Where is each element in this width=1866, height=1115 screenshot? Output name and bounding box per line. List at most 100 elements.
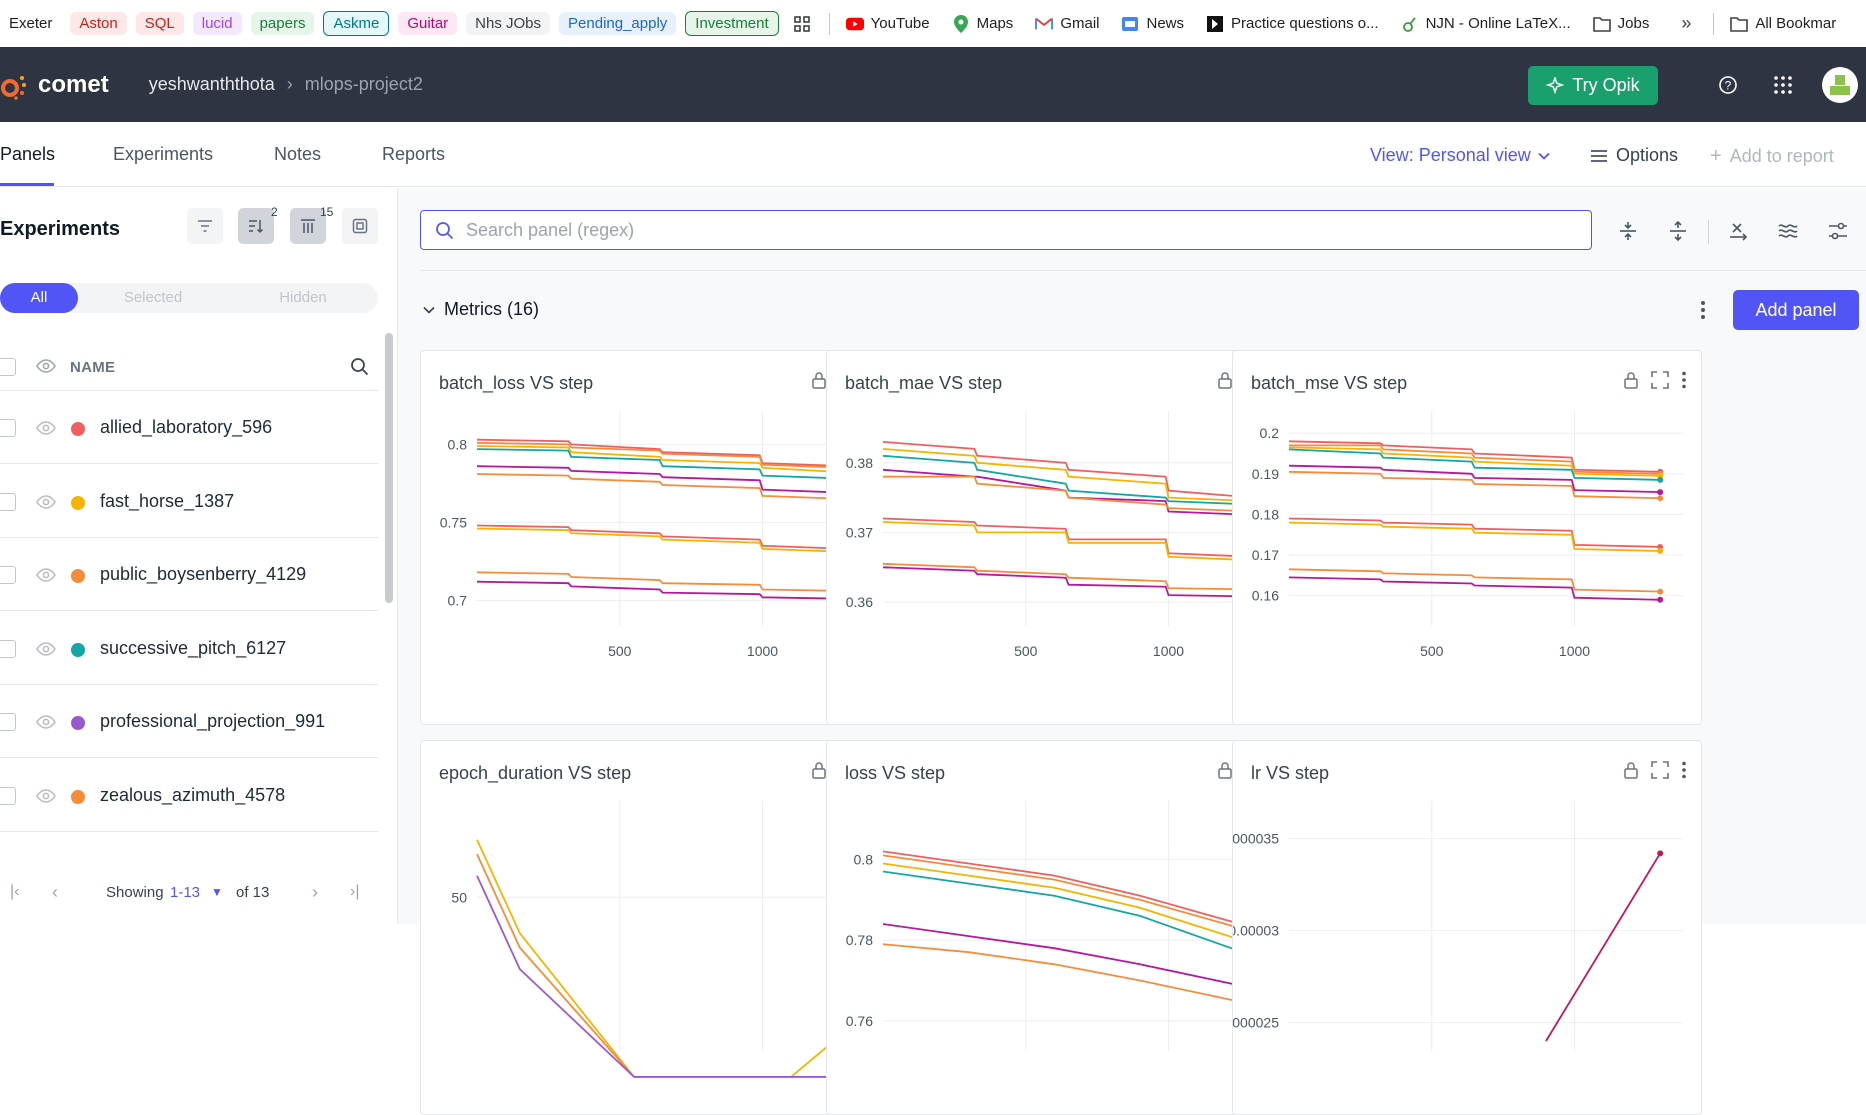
bookmark-link[interactable]: Gmail: [1035, 15, 1099, 33]
breadcrumb-separator-icon: ›: [286, 74, 293, 94]
bookmark-tag[interactable]: Askme: [323, 11, 390, 36]
visibility-eye-icon[interactable]: [36, 494, 56, 515]
visibility-eye-icon[interactable]: [36, 714, 56, 735]
bookmark-link[interactable]: NJN - Online LaTeX...: [1401, 15, 1571, 33]
options-button[interactable]: Options: [1590, 145, 1678, 166]
experiment-name[interactable]: professional_projection_991: [100, 711, 325, 732]
tab-reports[interactable]: Reports: [382, 144, 445, 165]
visibility-eye-icon[interactable]: [36, 420, 56, 441]
bookmark-tag[interactable]: Investment: [685, 11, 779, 36]
tab-experiments[interactable]: Experiments: [113, 144, 213, 165]
select-all-checkbox[interactable]: [0, 358, 16, 376]
chart-settings-icon[interactable]: [1825, 218, 1851, 244]
bookmark-link[interactable]: Practice questions o...: [1206, 15, 1379, 33]
visibility-eye-icon[interactable]: [36, 641, 56, 662]
line-chart: 0.000035 0.00003 0.000025: [1233, 801, 1683, 1051]
experiment-checkbox[interactable]: [0, 786, 16, 805]
bookmark-tag[interactable]: lucid: [192, 12, 242, 35]
comet-logo[interactable]: comet: [0, 68, 109, 102]
experiment-name[interactable]: fast_horse_1387: [100, 491, 234, 512]
first-page-icon[interactable]: |‹: [10, 883, 19, 901]
sort-button[interactable]: [238, 208, 274, 244]
group-button[interactable]: [342, 208, 378, 244]
collapse-all-icon[interactable]: [1615, 218, 1641, 244]
comet-logo-icon: [1, 75, 26, 100]
try-opik-button[interactable]: Try Opik: [1528, 66, 1658, 105]
view-selector[interactable]: View: Personal view: [1370, 145, 1551, 166]
experiment-row[interactable]: zealous_azimuth_4578: [0, 759, 378, 832]
next-page-icon[interactable]: ›: [312, 882, 318, 903]
add-to-report-button[interactable]: + Add to report: [1710, 145, 1834, 168]
expand-all-icon[interactable]: [1665, 218, 1691, 244]
chart-panel[interactable]: batch_loss VS step 0.8 0.75 0.7 500 1000: [420, 350, 890, 725]
experiment-name[interactable]: allied_laboratory_596: [100, 417, 272, 438]
experiment-checkbox[interactable]: [0, 713, 16, 731]
last-page-icon[interactable]: ›|: [350, 883, 359, 901]
experiment-row[interactable]: fast_horse_1387: [0, 465, 378, 538]
x-axis-settings-icon[interactable]: [1725, 218, 1751, 244]
visibility-eye-icon[interactable]: [36, 358, 56, 379]
segment-all[interactable]: All: [0, 283, 78, 313]
help-icon[interactable]: ?: [1716, 73, 1740, 97]
prev-page-icon[interactable]: ‹: [52, 882, 58, 903]
bookmark-tag[interactable]: Exeter: [0, 12, 61, 35]
pager-showing-label: Showing: [106, 883, 164, 901]
bookmark-link[interactable]: News: [1121, 15, 1184, 33]
breadcrumb-project[interactable]: mlops-project2: [305, 74, 423, 95]
chart-panel[interactable]: batch_mae VS step 0.38 0.37 0.36 500 1000: [826, 350, 1296, 725]
bookmark-link[interactable]: Maps: [952, 14, 1013, 33]
bookmark-link[interactable]: Jobs: [1592, 15, 1649, 33]
smoothing-icon[interactable]: [1775, 218, 1801, 244]
apps-grid-icon[interactable]: [793, 15, 811, 33]
filter-button[interactable]: [187, 208, 223, 244]
more-bookmarks-icon[interactable]: »: [1677, 13, 1695, 33]
chart-panel[interactable]: batch_mse VS step 0.2 0.19 0.18 0.17 0.16 500 1…: [1232, 350, 1702, 725]
panel-search[interactable]: [420, 210, 1592, 250]
chart-panel[interactable]: loss VS step 0.8 0.78 0.76: [826, 740, 1296, 1115]
sidebar-scrollbar[interactable]: [385, 333, 393, 793]
pager-range-select[interactable]: 1-13: [170, 884, 200, 901]
experiment-checkbox[interactable]: [0, 419, 16, 437]
tab-notes[interactable]: Notes: [274, 144, 321, 165]
experiment-name[interactable]: zealous_azimuth_4578: [100, 785, 285, 806]
search-icon[interactable]: [350, 357, 369, 381]
section-more-icon[interactable]: [1700, 300, 1706, 325]
visibility-eye-icon[interactable]: [36, 567, 56, 588]
chart-panel[interactable]: lr VS step0.0000350.000030.000025: [1232, 740, 1702, 1115]
y-tick-label: 0.37: [846, 524, 873, 540]
caret-down-icon[interactable]: ▼: [211, 885, 223, 899]
experiment-row[interactable]: successive_pitch_6127: [0, 612, 378, 685]
segment-selected[interactable]: Selected: [78, 283, 228, 313]
apps-menu-icon[interactable]: [1771, 73, 1795, 97]
experiment-row[interactable]: public_boysenberry_4129: [0, 538, 378, 611]
bookmark-link[interactable]: YouTube: [845, 15, 930, 33]
name-column-header[interactable]: NAME: [70, 359, 115, 376]
line-chart: 0.8 0.75 0.7 500 1000: [440, 411, 871, 659]
bookmark-tag[interactable]: Nhs JObs: [466, 12, 551, 35]
bookmark-tag[interactable]: papers: [250, 12, 315, 35]
experiment-row[interactable]: allied_laboratory_596: [0, 391, 378, 464]
bookmark-tag[interactable]: SQL: [135, 12, 184, 35]
experiment-checkbox[interactable]: [0, 639, 16, 658]
tab-panels[interactable]: Panels: [0, 144, 55, 165]
bookmark-tag[interactable]: Aston: [70, 12, 127, 35]
bookmark-tag[interactable]: Pending_apply: [559, 12, 677, 35]
experiment-name[interactable]: public_boysenberry_4129: [100, 564, 306, 585]
experiment-name[interactable]: successive_pitch_6127: [100, 638, 286, 659]
breadcrumb-user[interactable]: yeshwanththota: [149, 74, 275, 95]
visibility-eye-icon[interactable]: [36, 788, 56, 809]
experiment-checkbox[interactable]: [0, 492, 16, 511]
experiment-row[interactable]: professional_projection_991: [0, 685, 378, 758]
bookmark-tag[interactable]: Guitar: [398, 12, 458, 35]
series-line: [476, 853, 834, 1078]
all-bookmarks-link[interactable]: All Bookmar: [1730, 15, 1836, 33]
panel-search-input[interactable]: [466, 219, 1566, 241]
chart-panel[interactable]: epoch_duration VS step 50: [420, 740, 890, 1115]
user-avatar[interactable]: [1822, 67, 1858, 103]
metrics-section-header[interactable]: Metrics (16): [422, 299, 539, 320]
sidebar-scroll-thumb[interactable]: [385, 333, 393, 603]
segment-hidden[interactable]: Hidden: [228, 283, 378, 313]
experiment-checkbox[interactable]: [0, 566, 16, 584]
news-icon: [1121, 15, 1139, 33]
add-panel-button[interactable]: Add panel: [1733, 290, 1859, 330]
